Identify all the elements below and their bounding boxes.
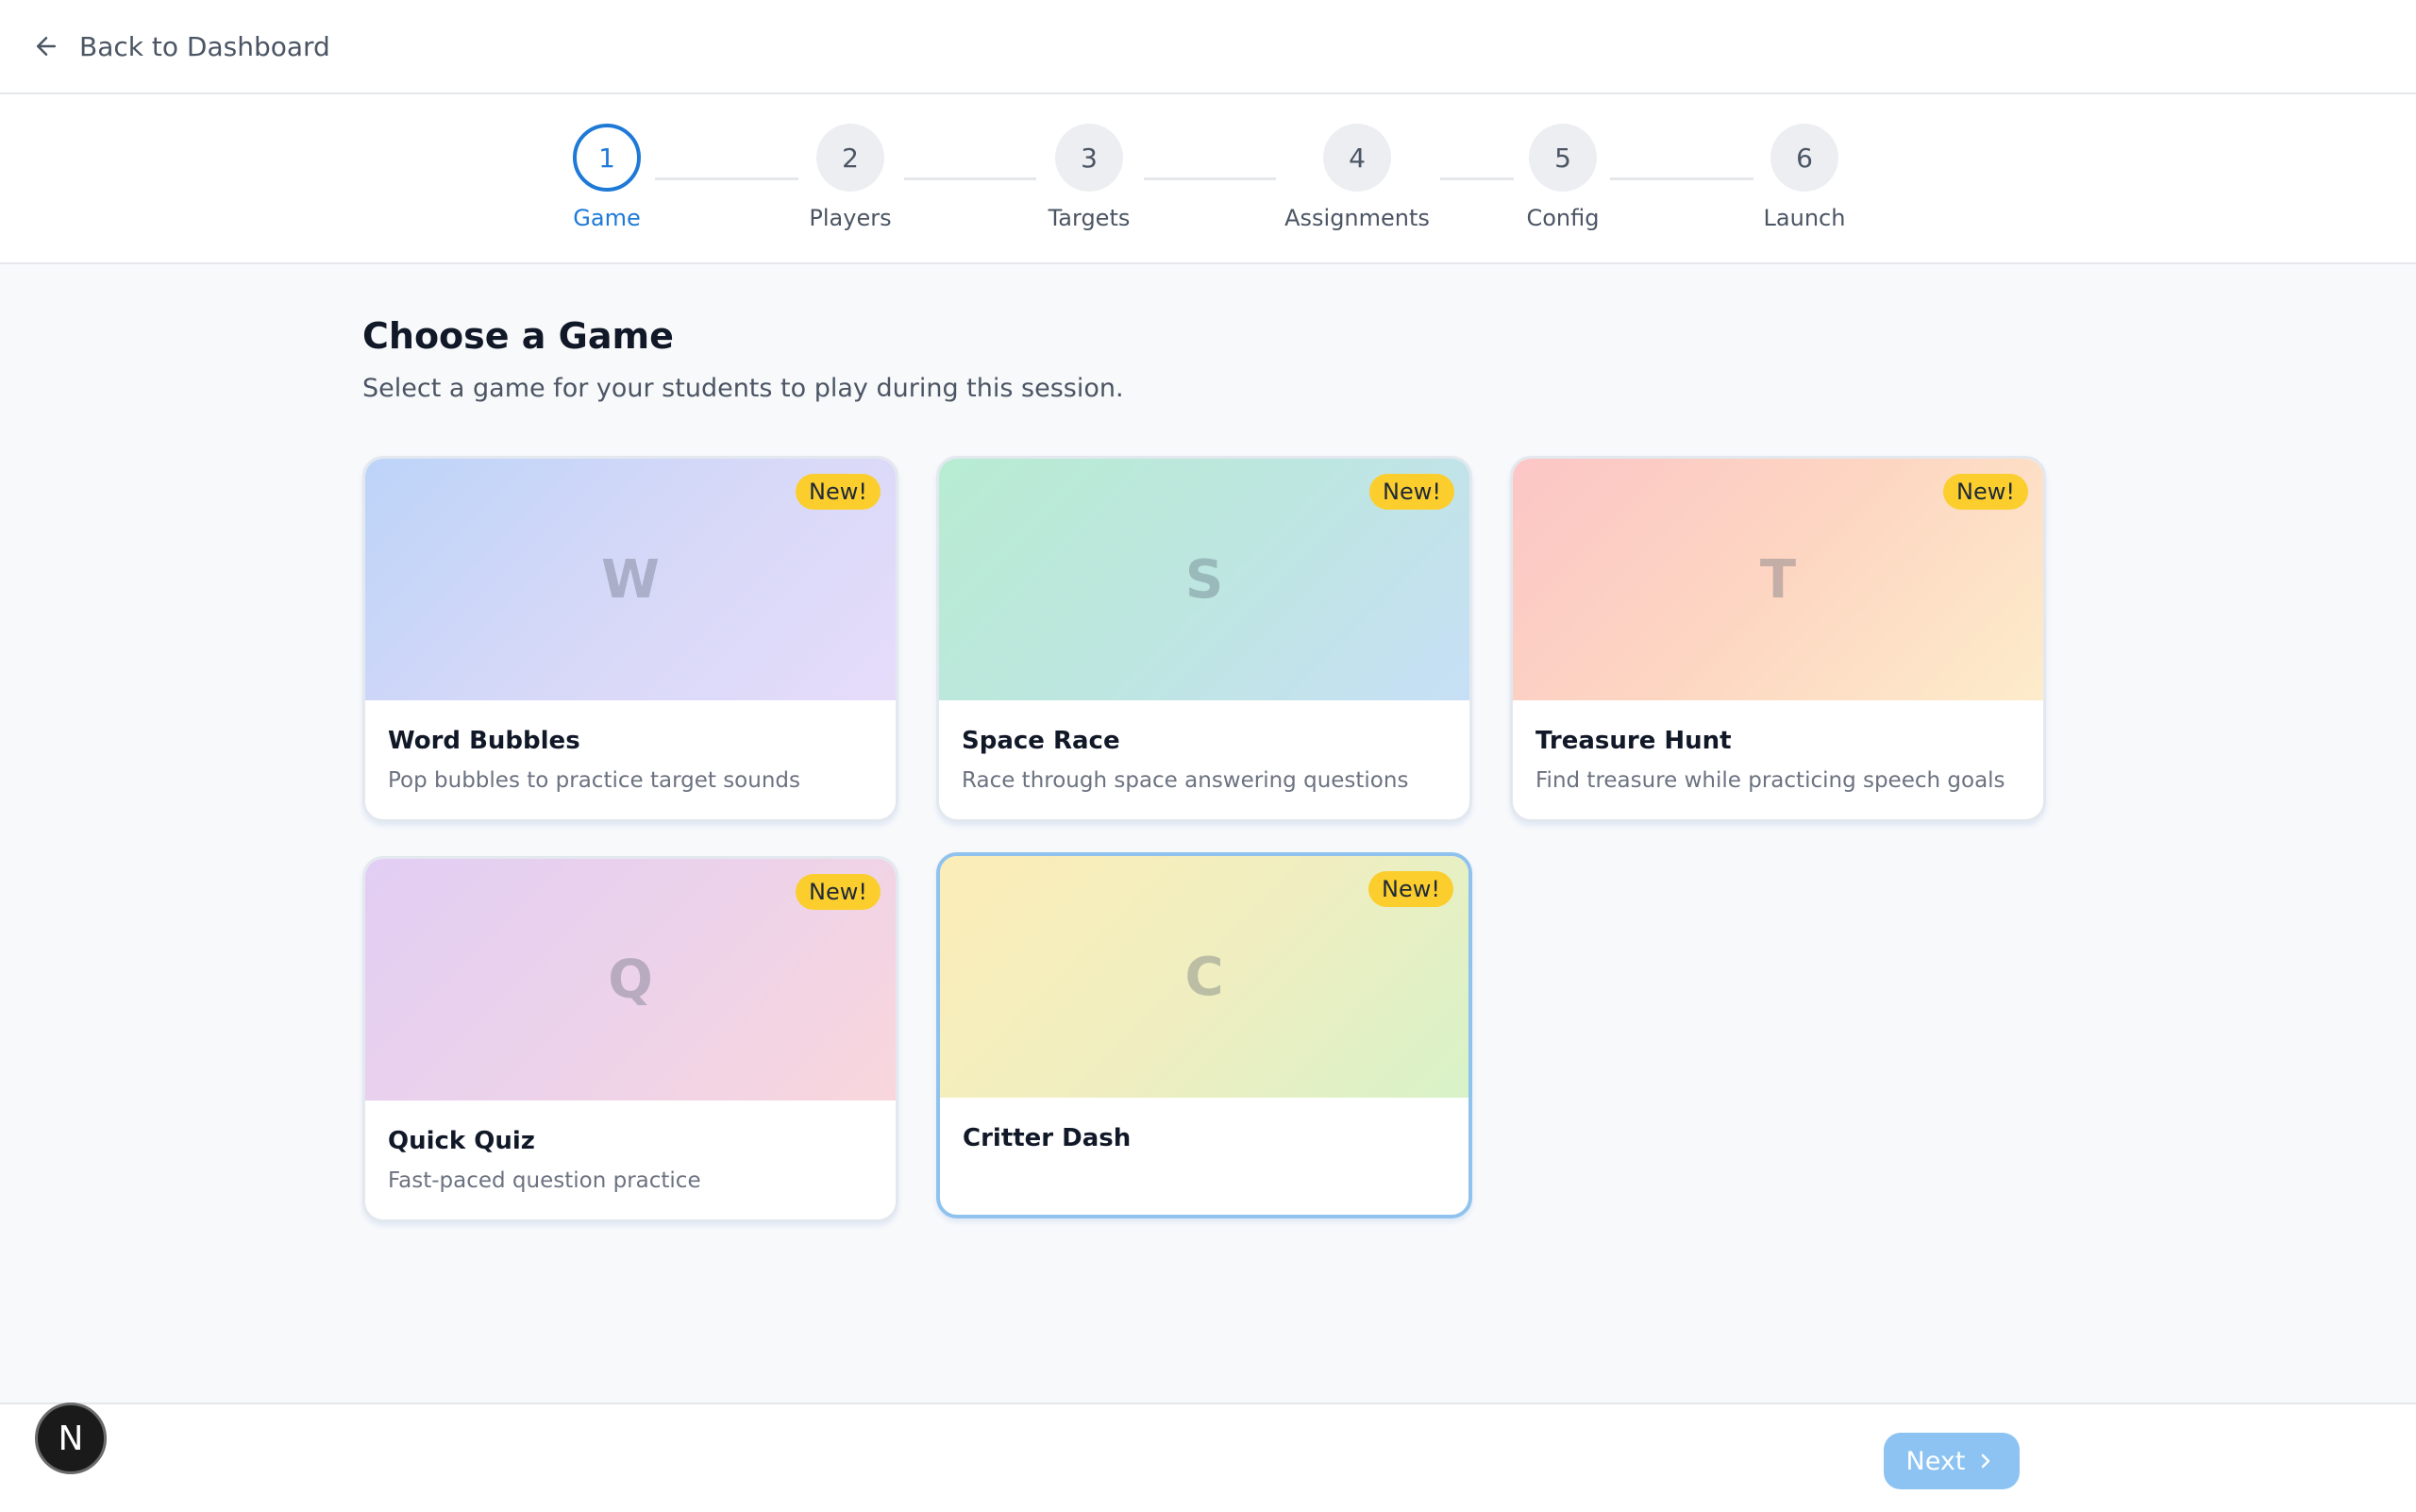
page-title: Choose a Game xyxy=(362,315,674,357)
game-description: Find treasure while practicing speech go… xyxy=(1535,768,2005,793)
step-number: 1 xyxy=(573,124,641,192)
back-to-dashboard-link[interactable]: Back to Dashboard xyxy=(32,31,330,62)
new-badge: New! xyxy=(796,474,881,510)
game-card-space-race[interactable]: S New! Space Race Race through space ans… xyxy=(936,456,1472,822)
game-description: Pop bubbles to practice target sounds xyxy=(388,768,800,793)
game-card-word-bubbles[interactable]: W New! Word Bubbles Pop bubbles to pract… xyxy=(362,456,898,822)
new-badge: New! xyxy=(1369,474,1454,510)
wizard-stepper: 1 Game 2 Players 3 Targets 4 Assignments… xyxy=(0,94,2416,264)
step-number: 4 xyxy=(1323,124,1391,192)
user-avatar[interactable]: N xyxy=(35,1403,107,1474)
step-label: Launch xyxy=(1763,205,1846,231)
step-assignments[interactable]: 4 Assignments xyxy=(1282,124,1433,231)
step-targets[interactable]: 3 Targets xyxy=(1014,124,1165,231)
next-button-label: Next xyxy=(1905,1446,1966,1476)
new-badge: New! xyxy=(1943,474,2028,510)
step-config[interactable]: 5 Config xyxy=(1487,124,1638,231)
next-button[interactable]: Next xyxy=(1884,1433,2020,1489)
step-game[interactable]: 1 Game xyxy=(531,124,682,231)
step-label: Config xyxy=(1526,205,1600,231)
step-label: Game xyxy=(573,205,641,231)
avatar-letter: N xyxy=(58,1419,84,1458)
new-badge: New! xyxy=(796,874,881,910)
game-card-banner: Q New! xyxy=(365,859,896,1100)
game-card-treasure-hunt[interactable]: T New! Treasure Hunt Find treasure while… xyxy=(1510,456,2046,822)
step-number: 6 xyxy=(1770,124,1838,192)
game-card-banner: W New! xyxy=(365,459,896,700)
step-number: 3 xyxy=(1055,124,1123,192)
step-players[interactable]: 2 Players xyxy=(775,124,926,231)
step-label: Assignments xyxy=(1284,205,1430,231)
game-card-quick-quiz[interactable]: Q New! Quick Quiz Fast-paced question pr… xyxy=(362,856,898,1222)
top-bar: Back to Dashboard xyxy=(0,0,2416,94)
step-number: 5 xyxy=(1529,124,1597,192)
game-letter: Q xyxy=(608,949,653,1011)
game-card-banner: T New! xyxy=(1513,459,2043,700)
game-card-banner: C New! xyxy=(940,856,1468,1098)
game-card-critter-dash[interactable]: C New! Critter Dash xyxy=(936,852,1472,1218)
step-label: Targets xyxy=(1048,205,1131,231)
new-badge: New! xyxy=(1368,871,1453,907)
chevron-right-icon xyxy=(1982,1453,1990,1469)
game-description: Race through space answering questions xyxy=(962,768,1409,793)
game-letter: W xyxy=(601,548,660,611)
game-title: Treasure Hunt xyxy=(1535,727,1732,755)
arrow-left-icon xyxy=(37,37,56,56)
back-link-label: Back to Dashboard xyxy=(79,30,330,62)
game-title: Space Race xyxy=(962,727,1120,755)
step-launch[interactable]: 6 Launch xyxy=(1729,124,1880,231)
game-title: Quick Quiz xyxy=(388,1127,535,1155)
game-title: Critter Dash xyxy=(963,1124,1132,1152)
game-letter: S xyxy=(1184,548,1224,611)
game-description: Fast-paced question practice xyxy=(388,1168,701,1193)
page-subtitle: Select a game for your students to play … xyxy=(362,374,1124,403)
step-label: Players xyxy=(809,205,892,231)
step-number: 2 xyxy=(816,124,884,192)
game-card-banner: S New! xyxy=(939,459,1469,700)
game-letter: C xyxy=(1184,946,1224,1008)
game-letter: T xyxy=(1759,548,1797,611)
footer-bar: Next xyxy=(0,1403,2416,1512)
game-title: Word Bubbles xyxy=(388,727,580,755)
